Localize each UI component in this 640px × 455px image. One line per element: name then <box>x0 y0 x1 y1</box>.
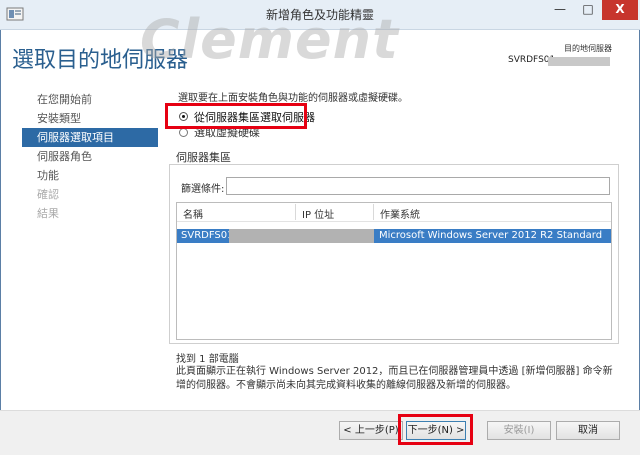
destination-server-label: 目的地伺服器 <box>564 44 612 53</box>
header-divider <box>177 221 611 222</box>
redacted-block <box>548 57 610 66</box>
column-header-ip[interactable]: IP 位址 <box>302 206 334 221</box>
previous-button[interactable]: < 上一步(P) <box>339 421 403 440</box>
server-pool-title: 伺服器集區 <box>176 151 231 164</box>
column-separator[interactable] <box>295 204 296 220</box>
virtual-disk-radio[interactable] <box>179 128 188 137</box>
nav-confirmation: 確認 <box>37 188 59 201</box>
install-button: 安裝(I) <box>487 421 551 440</box>
cancel-button[interactable]: 取消 <box>556 421 620 440</box>
column-header-os[interactable]: 作業系統 <box>380 206 420 221</box>
highlight-box <box>165 103 307 129</box>
nav-results: 結果 <box>37 207 59 220</box>
highlight-box <box>398 414 473 445</box>
nav-before-you-begin[interactable]: 在您開始前 <box>22 90 158 109</box>
row-os-cell[interactable]: Microsoft Windows Server 2012 R2 Standar… <box>379 229 602 243</box>
minimize-button[interactable]: — <box>546 0 574 20</box>
nav-installation-type[interactable]: 安裝類型 <box>22 109 158 128</box>
instruction-text: 選取要在上面安裝角色與功能的伺服器或虛擬硬碟。 <box>178 93 408 104</box>
nav-server-roles[interactable]: 伺服器角色 <box>22 147 158 166</box>
column-separator[interactable] <box>373 204 374 220</box>
footnote-text: 此頁面顯示正在執行 Windows Server 2012，而且已在伺服器管理員… <box>176 366 613 391</box>
nav-features[interactable]: 功能 <box>22 166 158 185</box>
maximize-button[interactable]: □ <box>574 0 602 20</box>
filter-input[interactable] <box>226 177 610 195</box>
filter-label: 篩選條件: <box>181 184 225 195</box>
close-button[interactable]: X <box>602 0 638 20</box>
nav-server-selection[interactable]: 伺服器選取項目 <box>22 128 158 147</box>
redacted-block <box>229 229 374 243</box>
column-header-name[interactable]: 名稱 <box>183 206 203 221</box>
server-table <box>176 202 612 340</box>
watermark: Clement <box>140 8 399 71</box>
found-count: 找到 1 部電腦 <box>176 354 239 365</box>
